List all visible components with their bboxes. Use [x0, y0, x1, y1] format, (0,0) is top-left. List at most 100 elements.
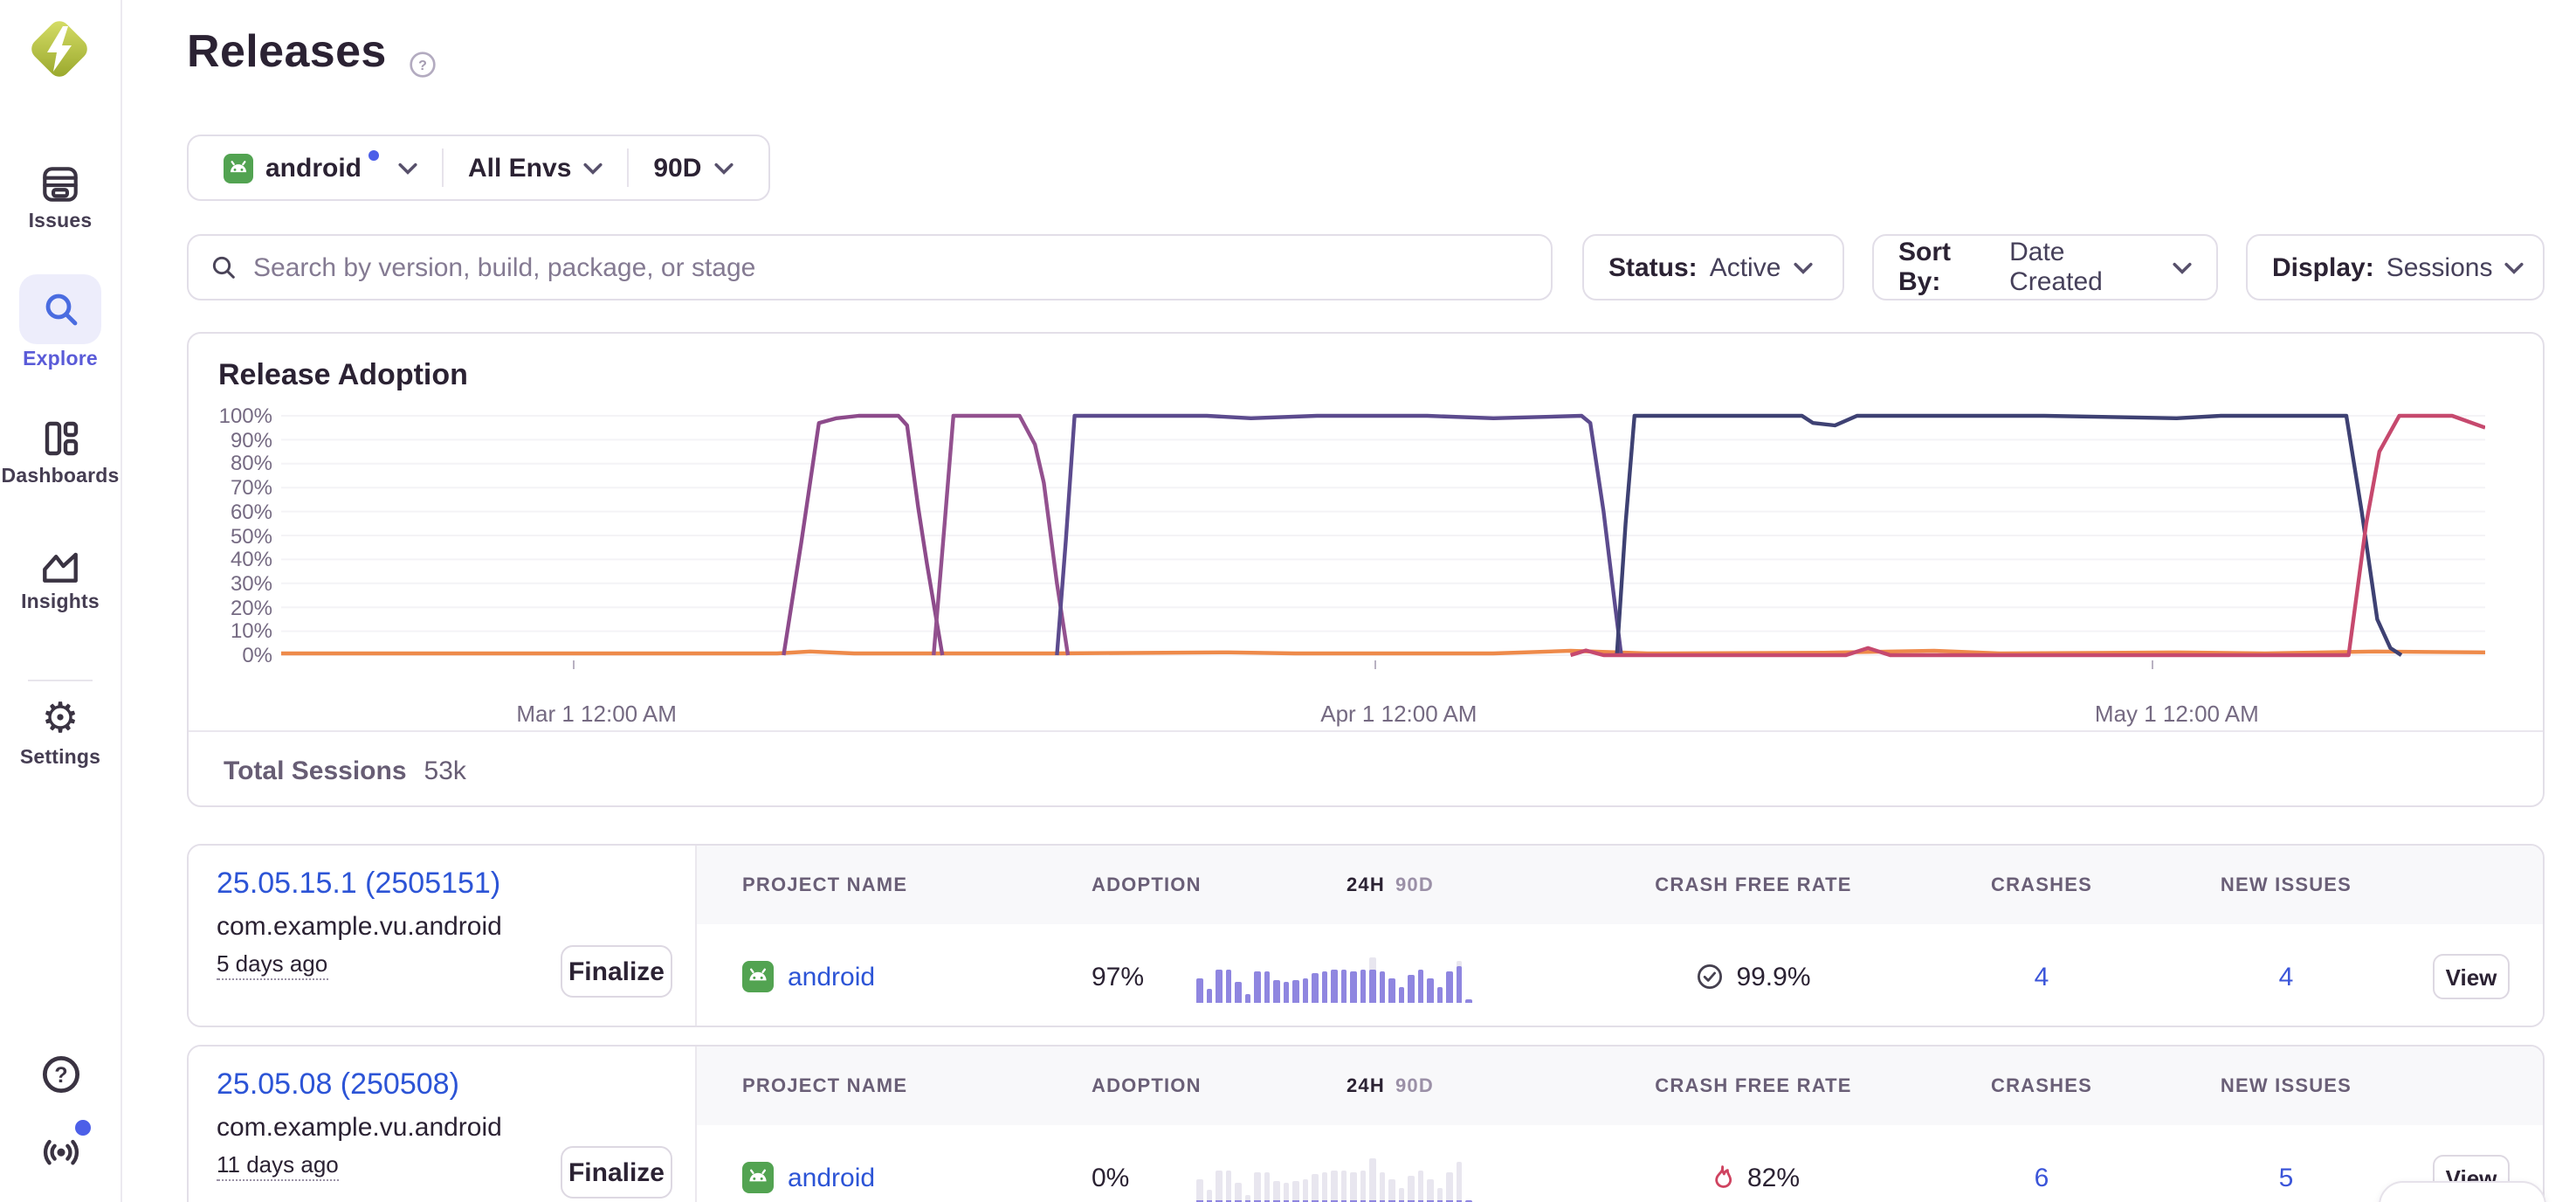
notification-dot [74, 1120, 90, 1136]
sidebar-item-label: Explore [23, 349, 98, 370]
display-dropdown[interactable]: Display: Sessions [2246, 234, 2545, 300]
adoption-value: 0% [1092, 1163, 1129, 1192]
fire-icon [1707, 1164, 1735, 1192]
toggle-24h[interactable]: 24H [1347, 874, 1385, 895]
sidebar-item-label: Settings [20, 748, 100, 769]
chevron-down-icon [2504, 261, 2524, 273]
x-axis-tick [2152, 660, 2154, 669]
sort-by-dropdown[interactable]: Sort By: Date Created [1872, 234, 2218, 300]
sessions-sparkline [1196, 1151, 1476, 1202]
floating-widget-cutoff[interactable] [2379, 1181, 2546, 1202]
chevron-down-icon [713, 162, 733, 174]
search-icon [39, 288, 81, 330]
project-notification-dot [368, 150, 379, 161]
release-row-group: 25.05.15.1 (2505151) com.example.vu.andr… [187, 844, 2545, 1027]
y-axis-tick-label: 50% [196, 523, 272, 548]
date-range-filter[interactable]: 90D [629, 136, 757, 199]
y-axis-tick-label: 30% [196, 571, 272, 596]
app-window: Issues Explore Dashboards [0, 0, 2576, 1202]
sidebar-item-dashboards[interactable]: Dashboards [0, 416, 121, 487]
broadcast-icon [38, 1127, 83, 1172]
crashes-count[interactable]: 4 [2035, 962, 2049, 991]
sidebar-whats-new-button[interactable] [0, 1127, 121, 1172]
toggle-24h[interactable]: 24H [1347, 1075, 1385, 1096]
chevron-down-icon [2173, 261, 2192, 273]
y-axis-tick-label: 10% [196, 619, 272, 644]
project-filter-label: android [265, 153, 362, 183]
y-axis-tick-label: 100% [196, 404, 272, 428]
toggle-90d[interactable]: 90D [1395, 874, 1434, 895]
x-axis-tick-label: Apr 1 12:00 AM [1277, 701, 1521, 727]
logo-icon [24, 14, 94, 84]
environment-filter[interactable]: All Envs [444, 136, 627, 199]
project-link[interactable]: android [788, 1163, 875, 1192]
project-link[interactable]: android [788, 962, 875, 991]
new-issues-count[interactable]: 4 [2279, 962, 2294, 991]
chevron-down-icon [583, 162, 603, 174]
android-project-icon [742, 1162, 774, 1193]
release-age: 11 days ago [217, 1151, 339, 1181]
chevron-down-icon [1793, 261, 1812, 273]
search-placeholder: Search by version, build, package, or st… [253, 252, 755, 282]
view-button[interactable]: View [2433, 954, 2510, 999]
release-package: com.example.vu.android [217, 1113, 502, 1143]
explore-active-highlight [19, 274, 101, 344]
search-icon [210, 253, 238, 281]
project-filter[interactable]: android [199, 136, 442, 199]
svg-text:?: ? [53, 1063, 66, 1088]
y-axis-tick-label: 90% [196, 427, 272, 452]
col-timerange-toggle: 24H 90D [1347, 1047, 1434, 1125]
release-package: com.example.vu.android [217, 912, 502, 942]
total-sessions-label: Total Sessions [224, 756, 407, 786]
status-dropdown-label: Status: [1608, 252, 1698, 282]
page-help-icon[interactable]: ? [409, 51, 437, 79]
dashboards-icon [38, 416, 83, 461]
release-version-link[interactable]: 25.05.08 (250508) [217, 1067, 459, 1102]
crash-free-value: 82% [1747, 1163, 1800, 1192]
help-circle-icon: ? [38, 1052, 83, 1097]
release-table-header: PROJECT NAME ADOPTION 24H 90D CRASH FREE… [697, 846, 2543, 926]
adoption-chart-title: Release Adoption [218, 358, 468, 393]
release-version-link[interactable]: 25.05.15.1 (2505151) [217, 867, 500, 902]
app-logo[interactable] [24, 14, 94, 84]
sidebar-item-issues[interactable]: Issues [0, 161, 121, 232]
x-axis-tick [1374, 660, 1376, 669]
finalize-button[interactable]: Finalize [561, 1146, 672, 1199]
y-axis-tick-label: 0% [196, 643, 272, 667]
col-crashes: CRASHES [1937, 846, 2146, 924]
y-axis-tick-label: 20% [196, 595, 272, 619]
display-dropdown-value: Sessions [2387, 252, 2493, 282]
col-crashes: CRASHES [1937, 1047, 2146, 1125]
toggle-90d[interactable]: 90D [1395, 1075, 1434, 1096]
chevron-down-icon [398, 162, 417, 174]
new-issues-count[interactable]: 5 [2279, 1163, 2294, 1192]
release-info-card: 25.05.15.1 (2505151) com.example.vu.andr… [189, 846, 697, 1026]
sidebar-help-button[interactable]: ? [0, 1052, 121, 1097]
col-project-name: PROJECT NAME [742, 1047, 1074, 1125]
crashes-count[interactable]: 6 [2035, 1163, 2049, 1192]
issues-icon [38, 161, 83, 206]
x-axis-tick-label: May 1 12:00 AM [2055, 701, 2299, 727]
status-dropdown[interactable]: Status: Active [1582, 234, 1844, 300]
sidebar-item-settings[interactable]: ⚙ Settings [0, 697, 121, 769]
y-axis-tick-label: 80% [196, 452, 272, 476]
adoption-value: 97% [1092, 962, 1144, 991]
col-timerange-toggle: 24H 90D [1347, 846, 1434, 924]
sidebar-item-label: Issues [29, 211, 93, 232]
col-crash-free-rate: CRASH FREE RATE [1605, 846, 1902, 924]
col-new-issues: NEW ISSUES [2181, 846, 2391, 924]
sort-by-dropdown-label: Sort By: [1898, 238, 1997, 297]
sort-by-dropdown-value: Date Created [2009, 238, 2160, 297]
y-axis-tick-label: 60% [196, 500, 272, 524]
sidebar-item-label: Insights [21, 592, 100, 613]
crash-free-value: 99.9% [1736, 962, 1810, 991]
page-title: Releases [187, 24, 387, 79]
finalize-button[interactable]: Finalize [561, 945, 672, 998]
sidebar-item-insights[interactable]: Insights [0, 542, 121, 613]
total-sessions-row: Total Sessions 53k [189, 730, 2543, 811]
release-search-input[interactable]: Search by version, build, package, or st… [187, 234, 1553, 300]
display-dropdown-label: Display: [2272, 252, 2374, 282]
sidebar-item-explore[interactable]: Explore [0, 274, 121, 370]
gear-icon: ⚙ [38, 697, 83, 743]
sidebar: Issues Explore Dashboards [0, 0, 122, 1202]
